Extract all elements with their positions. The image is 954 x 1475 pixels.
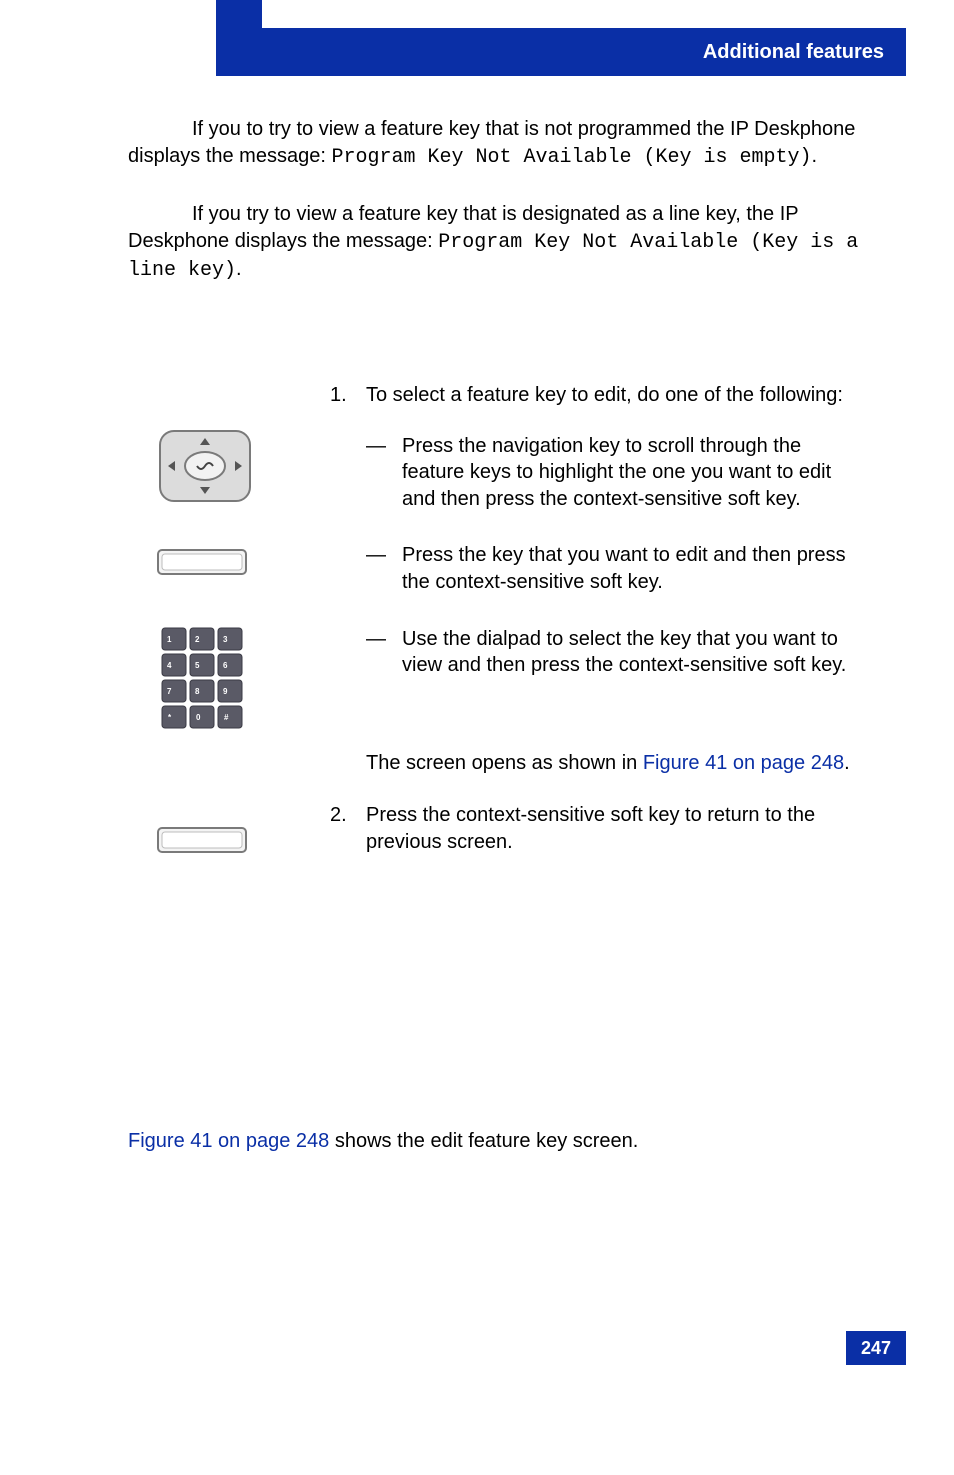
dash-icon: — — [366, 433, 402, 513]
step-1-row-lead: 1. To select a feature key to edit, do o… — [128, 382, 864, 409]
paragraph-2-period: . — [236, 258, 242, 280]
header-title: Additional features — [703, 41, 884, 64]
svg-text:8: 8 — [195, 687, 200, 696]
svg-text:#: # — [224, 713, 229, 722]
paragraph-1-period: . — [812, 145, 818, 167]
dialpad-icon: 123 456 789 *0# — [156, 624, 248, 732]
step-2-number: 2. — [330, 802, 366, 855]
svg-text:5: 5 — [195, 661, 200, 670]
step-1-bullet-a-row: — Press the navigation key to scroll thr… — [128, 427, 864, 519]
svg-text:2: 2 — [195, 635, 200, 644]
navigation-pad-icon — [156, 427, 254, 505]
paragraph-1-code: Program Key Not Available (Key is empty) — [331, 146, 811, 169]
step-1-bullet-c-row: 123 456 789 *0# — Use the dialpad to sel… — [128, 620, 864, 732]
svg-text:4: 4 — [167, 661, 172, 670]
page-number: 247 — [861, 1338, 891, 1359]
paragraph-2: If you try to view a feature key that is… — [128, 201, 864, 284]
step-1-bullet-a: Press the navigation key to scroll throu… — [402, 433, 864, 513]
step-1-bullet-c: Use the dialpad to select the key that y… — [402, 626, 864, 679]
svg-text:0: 0 — [196, 713, 201, 722]
dash-icon: — — [366, 542, 402, 595]
step-2-text: Press the context-sensitive soft key to … — [366, 802, 864, 855]
svg-text:9: 9 — [223, 687, 228, 696]
step-1-result: The screen opens as shown in Figure 41 o… — [366, 750, 864, 777]
header-tab-stub — [216, 0, 262, 28]
softkey-icon — [156, 824, 248, 856]
svg-text:1: 1 — [167, 635, 172, 644]
closing-paragraph: Figure 41 on page 248 shows the edit fea… — [128, 1128, 864, 1155]
step-1-bullet-b: Press the key that you want to edit and … — [402, 542, 864, 595]
body-content: If you to try to view a feature key that… — [128, 116, 864, 314]
step-1-lead: To select a feature key to edit, do one … — [366, 382, 864, 409]
step-1-result-row: The screen opens as shown in Figure 41 o… — [128, 750, 864, 777]
step-1-result-b: . — [844, 752, 850, 774]
figure-link-closing[interactable]: Figure 41 on page 248 — [128, 1130, 329, 1152]
header-bar: Additional features — [216, 28, 906, 76]
dash-icon: — — [366, 626, 402, 679]
step-1-number: 1. — [330, 382, 366, 409]
page-number-box: 247 — [846, 1331, 906, 1365]
paragraph-1: If you to try to view a feature key that… — [128, 116, 864, 171]
step-1-bullet-b-row: — Press the key that you want to edit an… — [128, 536, 864, 601]
step-2-row: 2. Press the context-sensitive soft key … — [128, 802, 864, 856]
step-1-result-a: The screen opens as shown in — [366, 752, 643, 774]
softkey-icon — [156, 546, 248, 578]
closing-rest: shows the edit feature key screen. — [329, 1130, 638, 1152]
svg-text:7: 7 — [167, 687, 172, 696]
svg-text:3: 3 — [223, 635, 228, 644]
page: Additional features If you to try to vie… — [0, 0, 954, 1475]
steps-area: 1. To select a feature key to edit, do o… — [128, 382, 864, 874]
figure-link-inline-1[interactable]: Figure 41 on page 248 — [643, 752, 844, 774]
svg-text:6: 6 — [223, 661, 228, 670]
